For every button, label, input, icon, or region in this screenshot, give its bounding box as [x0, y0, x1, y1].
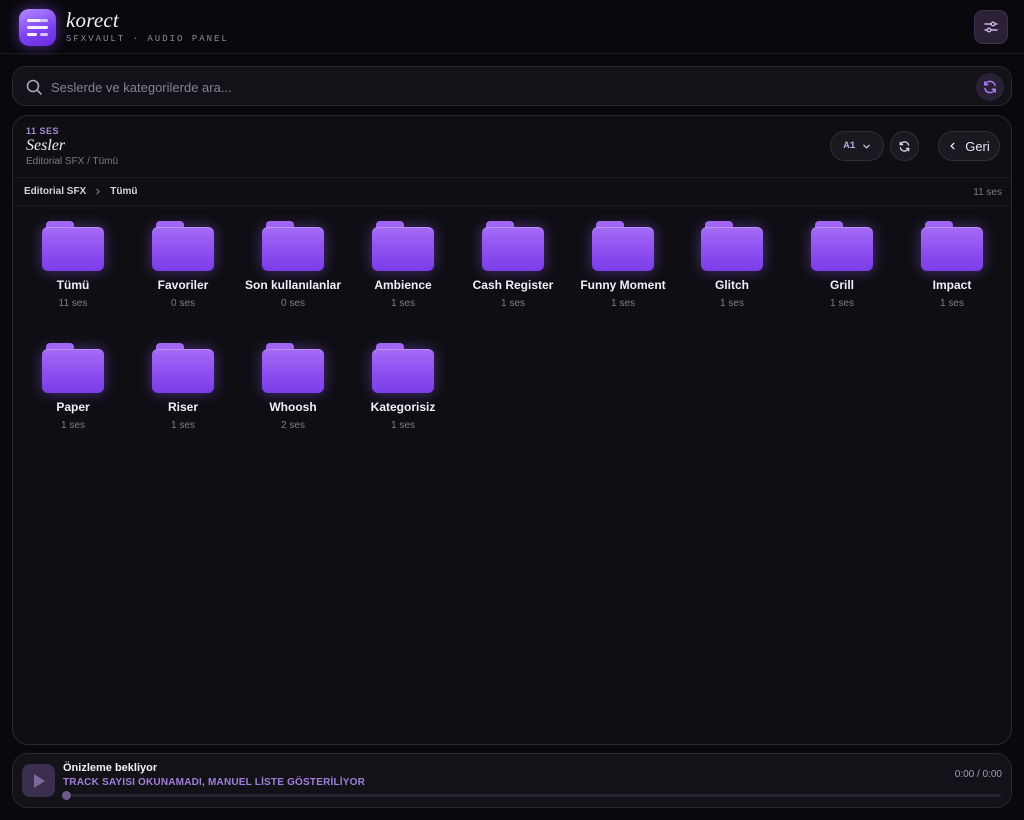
refresh-button[interactable] — [976, 73, 1004, 101]
search-bar — [12, 66, 1012, 106]
breadcrumb-count: 11 ses — [973, 187, 1002, 198]
play-button[interactable] — [22, 764, 55, 797]
folder-icon — [42, 343, 104, 395]
folder-icon — [701, 221, 763, 273]
breadcrumb: Editorial SFX Tümü — [24, 186, 137, 197]
sounds-panel: 11 SES Sesler Editorial SFX / Tümü A1 Ge… — [12, 115, 1012, 745]
chevron-left-icon — [950, 142, 955, 150]
channel-select-value: A1 — [843, 140, 856, 152]
folder-count: 1 ses — [391, 298, 415, 309]
folder-count: 2 ses — [281, 420, 305, 431]
folder-count: 1 ses — [501, 298, 525, 309]
folder-icon — [42, 221, 104, 273]
folder-icon — [152, 221, 214, 273]
folder-count: 0 ses — [171, 298, 195, 309]
folder-count: 11 ses — [58, 298, 88, 309]
folder-riser[interactable]: Riser 1 ses — [128, 343, 238, 443]
folder-paper[interactable]: Paper 1 ses — [18, 343, 128, 443]
search-icon — [26, 79, 42, 95]
folder-name: Funny Moment — [580, 278, 666, 292]
folder-name: Impact — [932, 278, 972, 292]
folder-ambience[interactable]: Ambience 1 ses — [348, 221, 458, 321]
play-icon — [33, 773, 45, 788]
folder-count: 1 ses — [391, 420, 415, 431]
folder-count: 1 ses — [830, 298, 854, 309]
folder-name: Favoriler — [157, 278, 209, 292]
breadcrumb-item-editorial-sfx[interactable]: Editorial SFX — [24, 186, 86, 197]
folder-name: Tümü — [56, 278, 90, 292]
refresh-icon — [984, 80, 996, 94]
folder-impact[interactable]: Impact 1 ses — [897, 221, 1007, 321]
back-button-label: Geri — [965, 138, 990, 154]
chevron-down-icon — [862, 144, 870, 149]
folder-cash-register[interactable]: Cash Register 1 ses — [458, 221, 568, 321]
panel-path: Editorial SFX / Tümü — [26, 156, 119, 167]
folder-count: 1 ses — [171, 420, 195, 431]
folder-tumu[interactable]: Tümü 11 ses — [18, 221, 128, 321]
folder-name: Ambience — [374, 278, 432, 292]
folder-icon — [262, 343, 324, 395]
sound-count-label: 11 SES — [26, 126, 60, 136]
folder-name: Glitch — [714, 278, 749, 292]
app-logo-icon — [19, 9, 56, 46]
folder-count: 1 ses — [720, 298, 744, 309]
folder-count: 1 ses — [611, 298, 635, 309]
folder-whoosh[interactable]: Whoosh 2 ses — [238, 343, 348, 443]
search-input[interactable] — [51, 76, 951, 98]
sync-button[interactable] — [890, 131, 919, 161]
folder-icon — [372, 343, 434, 395]
folder-name: Cash Register — [472, 278, 554, 292]
player-time: 0:00 / 0:00 — [954, 769, 1002, 780]
panel-title: Sesler — [26, 137, 66, 154]
folder-icon — [592, 221, 654, 273]
sliders-icon — [984, 21, 998, 33]
folder-count: 1 ses — [61, 420, 85, 431]
folder-favoriler[interactable]: Favoriler 0 ses — [128, 221, 238, 321]
app-subtitle: SFXVAULT · AUDIO PANEL — [66, 34, 229, 44]
app-header: korect SFXVAULT · AUDIO PANEL — [0, 0, 1024, 54]
folder-icon — [482, 221, 544, 273]
progress-handle[interactable] — [62, 791, 71, 800]
folder-name: Son kullanılanlar — [244, 278, 342, 292]
folder-name: Paper — [56, 400, 90, 414]
progress-bar[interactable] — [62, 791, 1001, 800]
folder-name: Grill — [829, 278, 854, 292]
back-button[interactable]: Geri — [938, 131, 1000, 161]
app-name: korect — [66, 8, 119, 32]
player-status: TRACK SAYISI OKUNAMADI, MANUEL LİSTE GÖS… — [63, 777, 366, 788]
player-title: Önizleme bekliyor — [63, 762, 158, 774]
breadcrumb-bar: Editorial SFX Tümü 11 ses — [13, 178, 1011, 206]
breadcrumb-item-tumu[interactable]: Tümü — [110, 186, 137, 197]
refresh-icon — [899, 140, 910, 152]
folder-icon — [152, 343, 214, 395]
channel-select[interactable]: A1 — [830, 131, 884, 161]
folder-kategorisiz[interactable]: Kategorisiz 1 ses — [348, 343, 458, 443]
settings-button[interactable] — [974, 10, 1008, 44]
folder-name: Riser — [167, 400, 199, 414]
folder-icon — [811, 221, 873, 273]
folder-icon — [372, 221, 434, 273]
folder-name: Whoosh — [269, 400, 317, 414]
folder-icon — [921, 221, 983, 273]
preview-player: Önizleme bekliyor TRACK SAYISI OKUNAMADI… — [12, 753, 1012, 808]
folder-grill[interactable]: Grill 1 ses — [787, 221, 897, 321]
folder-glitch[interactable]: Glitch 1 ses — [677, 221, 787, 321]
folder-icon — [262, 221, 324, 273]
folder-son-kullanilanlar[interactable]: Son kullanılanlar 0 ses — [238, 221, 348, 321]
folder-name: Kategorisiz — [370, 400, 436, 414]
folder-funny-moment[interactable]: Funny Moment 1 ses — [568, 221, 678, 321]
folder-count: 1 ses — [940, 298, 964, 309]
panel-header: 11 SES Sesler Editorial SFX / Tümü A1 Ge… — [13, 116, 1011, 178]
folder-count: 0 ses — [281, 298, 305, 309]
chevron-right-icon — [96, 188, 101, 195]
